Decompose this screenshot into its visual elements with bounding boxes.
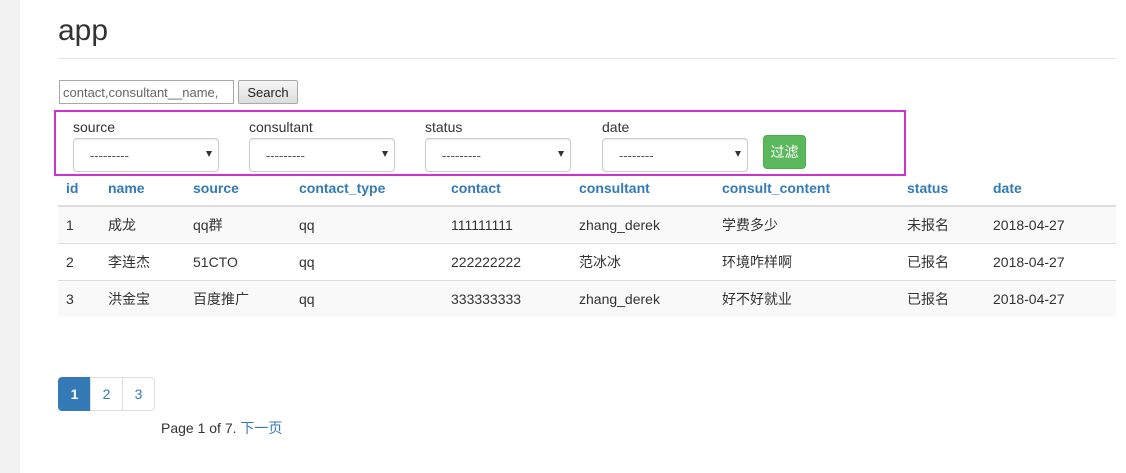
filter-select-value: --------- (442, 148, 481, 163)
title-divider (58, 58, 1116, 59)
cell-contact-type: qq (291, 205, 443, 243)
column-header-status[interactable]: status (899, 170, 985, 207)
cell-date: 2018-04-27 (985, 242, 1116, 280)
search-button[interactable]: Search (238, 80, 298, 104)
cell-id: 3 (58, 279, 100, 317)
cell-contact: 333333333 (443, 279, 571, 317)
cell-source: 51CTO (185, 242, 291, 280)
cell-status: 未报名 (899, 205, 985, 243)
cell-id: 1 (58, 205, 100, 243)
cell-contact-type: qq (291, 279, 443, 317)
results-table: id name source contact_type contact cons… (58, 170, 1116, 317)
filter-label-consultant: consultant (249, 119, 313, 135)
filter-group-date: date -------- (602, 118, 748, 172)
filter-label-source: source (73, 119, 116, 135)
filter-select-status[interactable]: --------- (425, 138, 571, 172)
chevron-down-icon (206, 151, 212, 157)
cell-consultant: zhang_derek (571, 205, 714, 243)
cell-status: 已报名 (899, 242, 985, 280)
cell-consult-content: 学费多少 (714, 205, 899, 243)
cell-contact-type: qq (291, 242, 443, 280)
filter-select-consultant[interactable]: --------- (249, 138, 395, 172)
filter-group-source: source --------- (73, 118, 219, 172)
filter-select-date[interactable]: -------- (602, 138, 748, 172)
page-link-3[interactable]: 3 (122, 377, 155, 411)
column-header-contact[interactable]: contact (443, 170, 571, 207)
filter-select-value: --------- (266, 148, 305, 163)
column-header-name[interactable]: name (100, 170, 185, 207)
column-header-id[interactable]: id (58, 170, 100, 207)
pagination: 1 2 3 (58, 377, 155, 411)
cell-name: 洪金宝 (100, 279, 185, 317)
cell-name: 成龙 (100, 205, 185, 243)
column-header-date[interactable]: date (985, 170, 1116, 207)
page-info: Page 1 of 7. 下一页 (161, 418, 282, 438)
filter-submit-button[interactable]: 过滤 (763, 135, 806, 169)
filter-panel: source --------- consultant --------- st… (54, 110, 906, 176)
filter-label-status: status (425, 119, 463, 135)
table-row: 3 洪金宝 百度推广 qq 333333333 zhang_derek 好不好就… (58, 279, 1116, 317)
cell-name: 李连杰 (100, 242, 185, 280)
cell-consultant: zhang_derek (571, 279, 714, 317)
cell-date: 2018-04-27 (985, 205, 1116, 243)
filter-label-date: date (602, 119, 630, 135)
column-header-contact-type[interactable]: contact_type (291, 170, 443, 207)
cell-contact: 111111111 (443, 205, 571, 243)
chevron-down-icon (735, 151, 741, 157)
filter-select-value: --------- (90, 148, 129, 163)
cell-source: qq群 (185, 205, 291, 243)
filter-select-source[interactable]: --------- (73, 138, 219, 172)
search-input[interactable] (59, 80, 234, 104)
page-title: app (58, 14, 109, 47)
cell-contact: 222222222 (443, 242, 571, 280)
chevron-down-icon (382, 151, 388, 157)
page-link-1[interactable]: 1 (58, 377, 91, 411)
cell-id: 2 (58, 242, 100, 280)
page-link-2[interactable]: 2 (90, 377, 123, 411)
next-page-link[interactable]: 下一页 (240, 420, 282, 436)
chevron-down-icon (558, 151, 564, 157)
cell-status: 已报名 (899, 279, 985, 317)
table-row: 2 李连杰 51CTO qq 222222222 范冰冰 环境咋样啊 已报名 2… (58, 242, 1116, 280)
column-header-consultant[interactable]: consultant (571, 170, 714, 207)
filter-select-value: -------- (619, 148, 654, 163)
table-row: 1 成龙 qq群 qq 111111111 zhang_derek 学费多少 未… (58, 205, 1116, 243)
left-gutter (0, 0, 20, 473)
cell-source: 百度推广 (185, 279, 291, 317)
column-header-source[interactable]: source (185, 170, 291, 207)
cell-consult-content: 环境咋样啊 (714, 242, 899, 280)
page-info-text: Page 1 of 7. (161, 420, 237, 436)
cell-consultant: 范冰冰 (571, 242, 714, 280)
filter-group-consultant: consultant --------- (249, 118, 395, 172)
column-header-consult-content[interactable]: consult_content (714, 170, 899, 207)
filter-group-status: status --------- (425, 118, 571, 172)
table-header-row: id name source contact_type contact cons… (58, 170, 1116, 207)
cell-date: 2018-04-27 (985, 279, 1116, 317)
cell-consult-content: 好不好就业 (714, 279, 899, 317)
